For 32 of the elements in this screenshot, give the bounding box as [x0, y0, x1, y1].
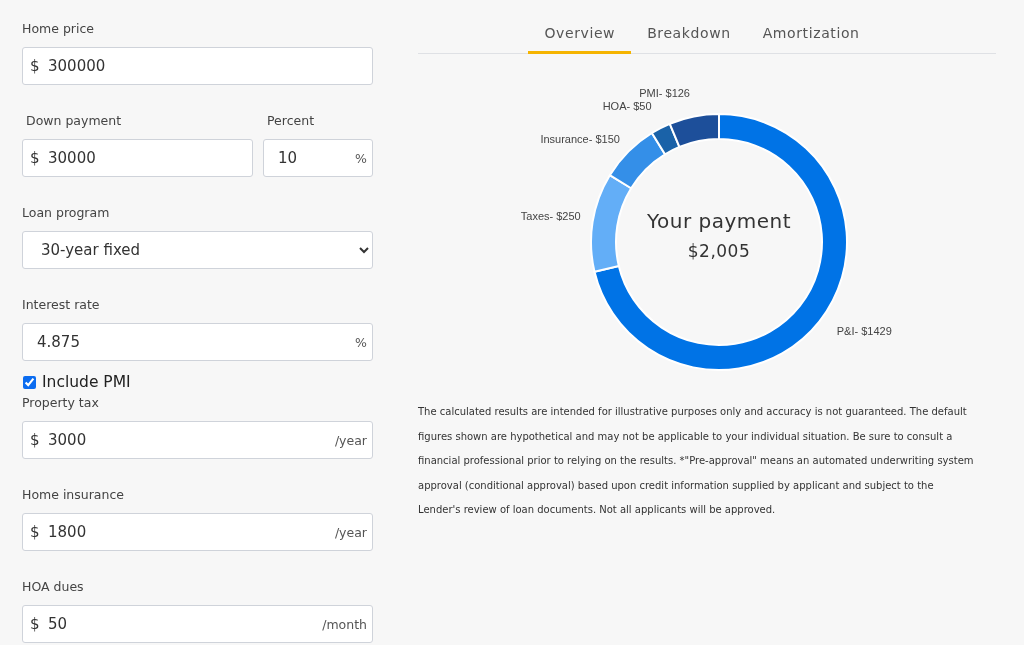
- currency-symbol: $: [30, 57, 40, 75]
- payment-amount: $2,005: [687, 241, 751, 261]
- disclaimer-text: The calculated results are intended for illustrative purposes only and accuracy is not guaranteed. The default figures shown are hypothetical and may not be applicable to your individual situation. Be sure to consult a financial professional prior to relying on the results. *"Pre-approval" means an automated underwriting system approval (conditional approval) based upon credit information supplied by applicant and subject to the Lender's review of loan documents. Not all applicants will be approved.: [418, 405, 975, 517]
- field-label: Home price: [22, 20, 95, 38]
- tab[interactable]: Amortization: [746, 14, 876, 54]
- unit-label: /year: [334, 433, 367, 449]
- slice-label: P&I- $1429: [836, 324, 892, 337]
- currency-symbol: $: [30, 149, 40, 167]
- currency-symbol: $: [30, 523, 40, 541]
- tab[interactable]: Overview: [528, 14, 632, 54]
- include-pmi-checkbox[interactable]: [23, 375, 36, 389]
- field-label: Interest rate: [22, 296, 101, 314]
- unit-label: /month: [322, 617, 367, 633]
- field-label: Down payment: [25, 112, 123, 130]
- slice-label: Insurance- $150: [540, 133, 620, 146]
- slice-label: HOA- $50: [602, 100, 652, 113]
- slice-label: PMI- $126: [639, 86, 690, 99]
- field-label: Percent: [266, 112, 316, 130]
- field-label: Loan program: [22, 204, 111, 222]
- slice-label: Taxes- $250: [520, 210, 581, 223]
- loan-program-select[interactable]: 30-year fixed: [22, 231, 373, 269]
- field-label: Home insurance: [22, 486, 125, 504]
- currency-symbol: $: [30, 431, 40, 449]
- checkbox-label: Include PMI: [42, 373, 131, 391]
- tab[interactable]: Breakdown: [631, 14, 747, 54]
- currency-symbol: $: [30, 615, 40, 633]
- unit-label: %: [355, 151, 367, 167]
- field-label: Property tax: [22, 394, 100, 412]
- payment-title: Your payment: [646, 209, 792, 233]
- unit-label: %: [355, 335, 367, 351]
- unit-label: /year: [334, 525, 367, 541]
- field-label: HOA dues: [22, 578, 85, 596]
